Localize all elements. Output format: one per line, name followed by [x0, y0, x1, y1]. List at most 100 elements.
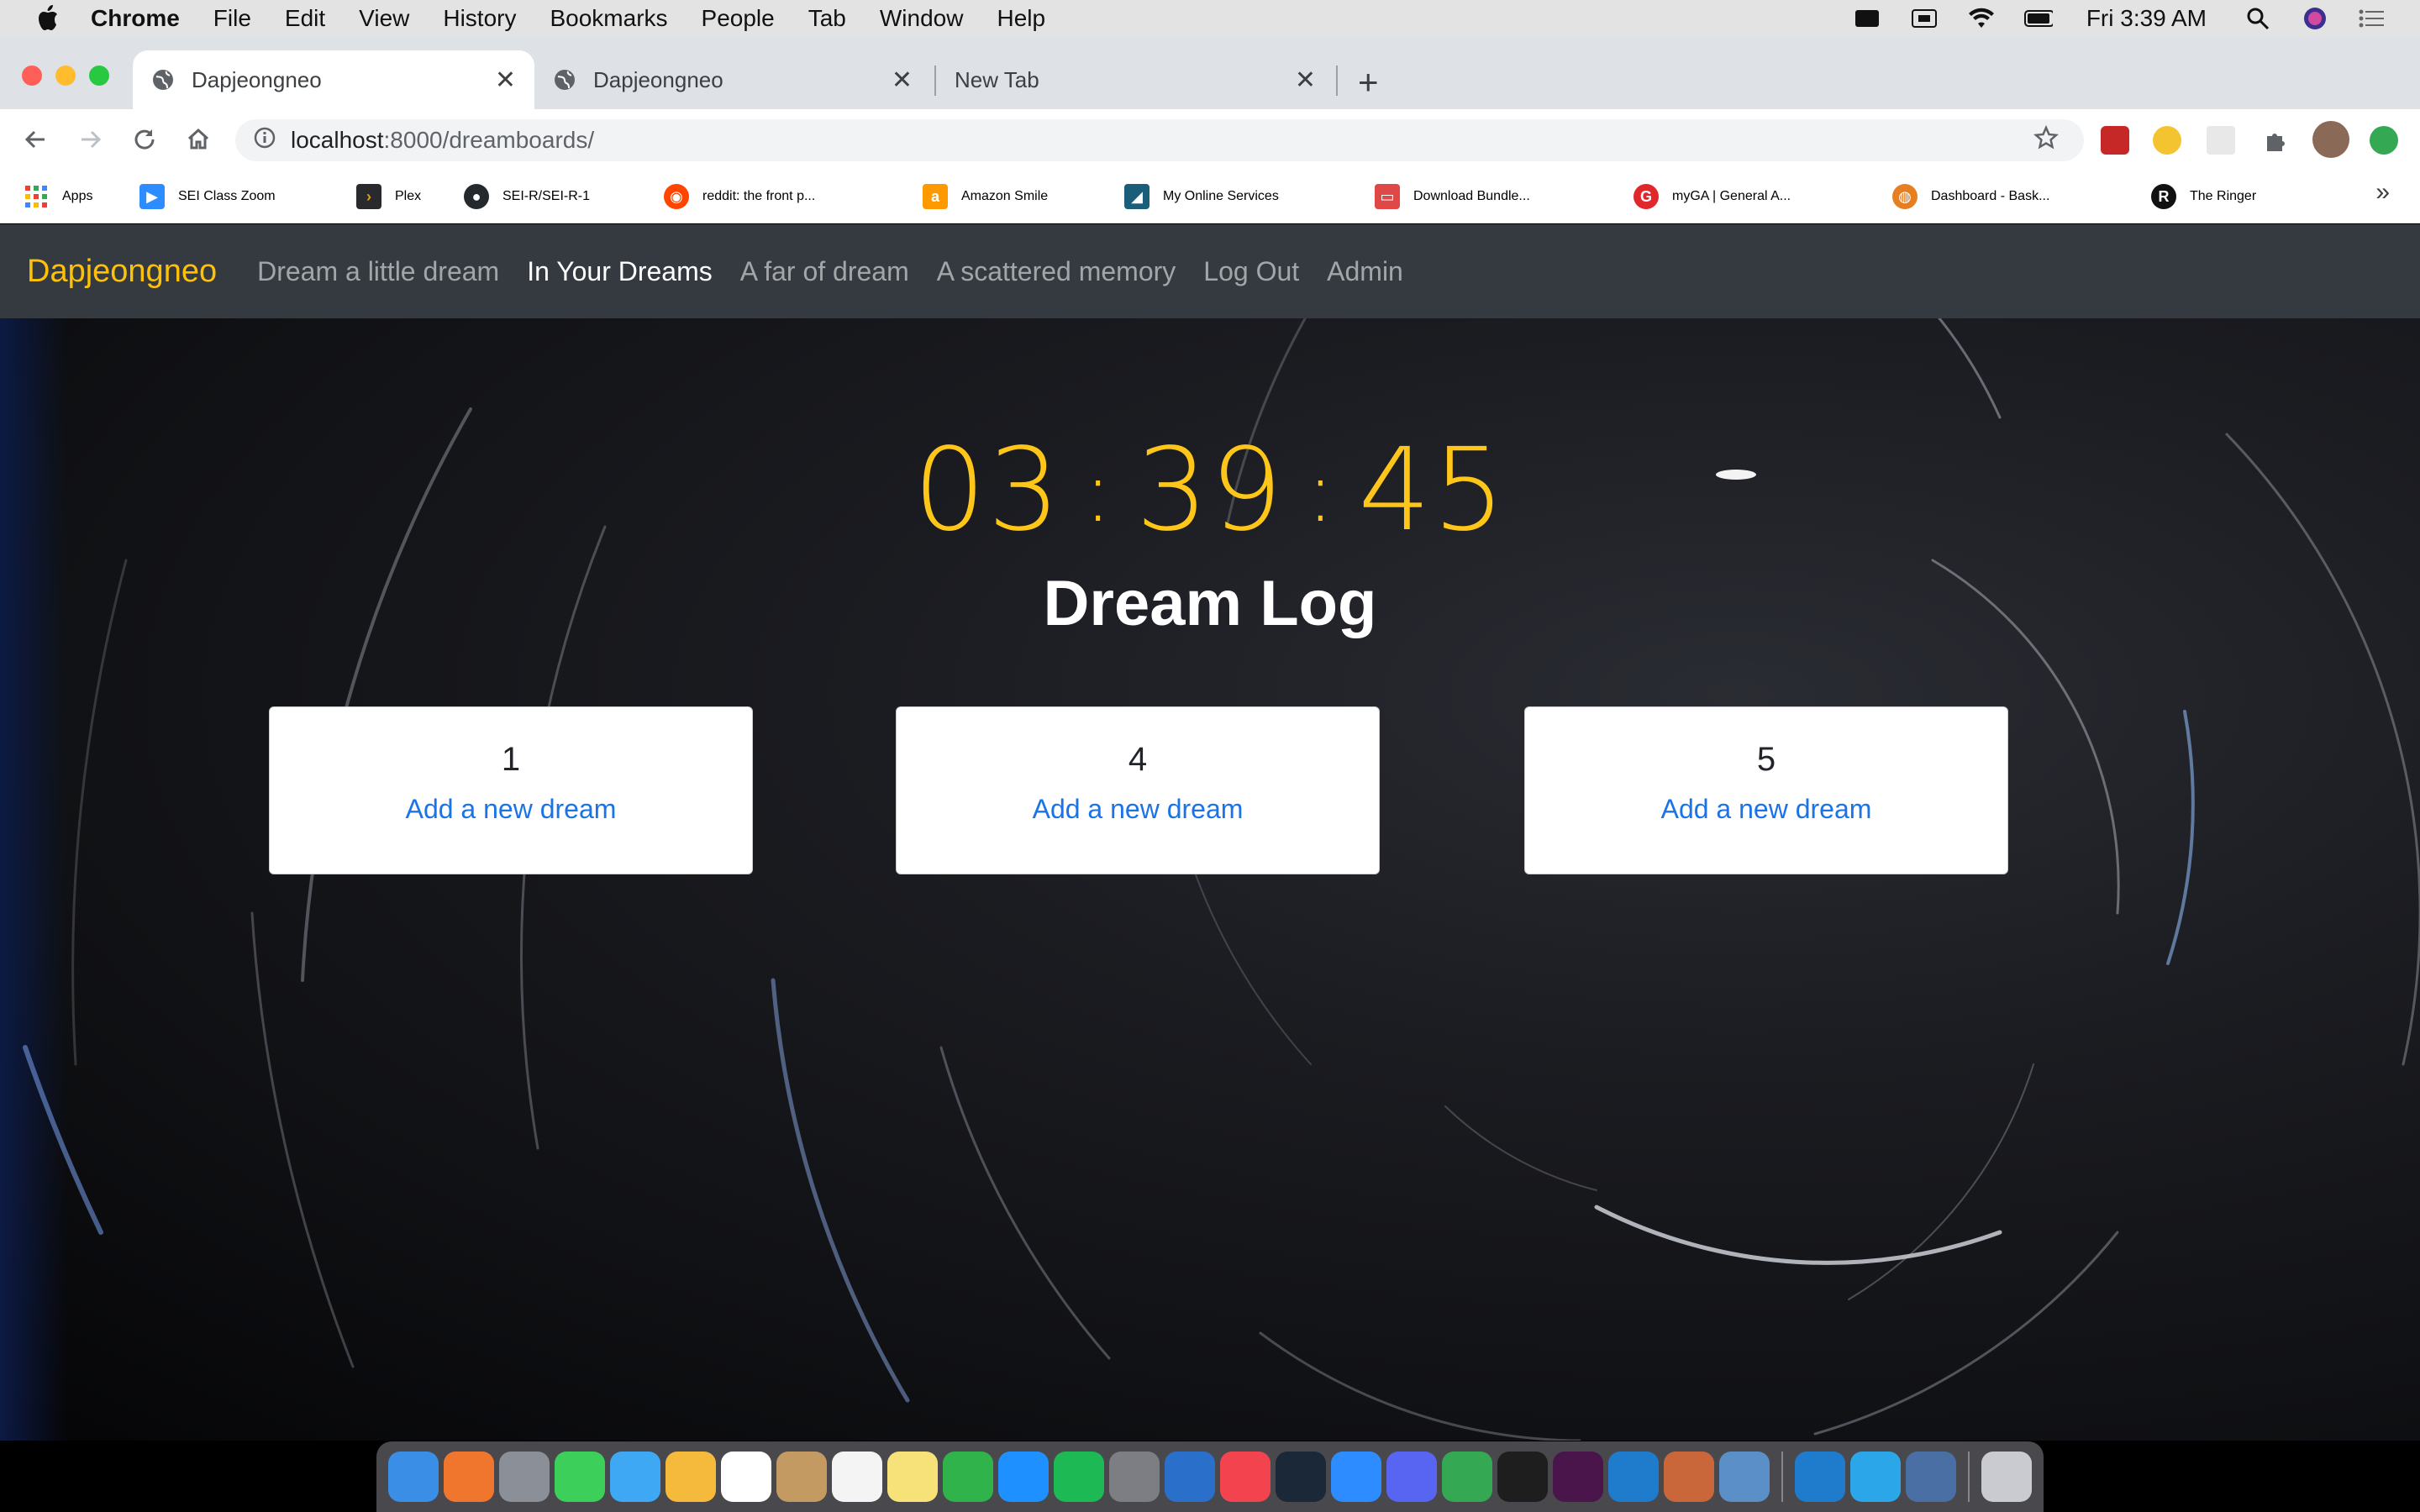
extensions-puzzle-icon[interactable] [2260, 126, 2291, 156]
menu-edit[interactable]: Edit [285, 5, 325, 32]
tab-title: Dapjeongneo [593, 66, 723, 92]
battery-icon[interactable] [2023, 8, 2053, 29]
update-icon[interactable] [2370, 126, 2398, 155]
bookmark-star-icon[interactable] [2033, 124, 2059, 156]
window-minimize-button[interactable] [55, 66, 76, 86]
bookmark-sei-r[interactable]: ● SEI-R/SEI-R-1 [464, 180, 590, 213]
menu-file[interactable]: File [213, 5, 251, 32]
tab-title: Dapjeongneo [192, 66, 322, 92]
bookmark-reddit[interactable]: ◉ reddit: the front p... [664, 180, 815, 213]
add-new-dream-link[interactable]: Add a new dream [1661, 794, 1872, 825]
reddit-icon: ◉ [664, 184, 689, 209]
page-viewport: Dapjeongneo Dream a little dream In Your… [0, 224, 2420, 1441]
steam-icon[interactable] [1276, 1452, 1326, 1502]
notes-icon[interactable] [887, 1452, 938, 1502]
nav-in-your-dreams[interactable]: In Your Dreams [527, 256, 713, 287]
tab-close-icon[interactable]: ✕ [495, 66, 516, 95]
nav-admin[interactable]: Admin [1327, 256, 1403, 287]
back-arrow-icon[interactable] [20, 124, 50, 155]
bookmark-apps[interactable]: Apps [24, 180, 92, 213]
menu-bookmarks[interactable]: Bookmarks [550, 5, 667, 32]
window-close-button[interactable] [22, 66, 42, 86]
bookmark-plex[interactable]: › Plex [356, 180, 421, 213]
tab-new-tab[interactable]: New Tab ✕ [936, 50, 1334, 109]
apple-menu-icon[interactable] [32, 4, 62, 33]
slack-icon[interactable] [1553, 1452, 1603, 1502]
safari-icon[interactable] [444, 1452, 494, 1502]
downloads-icon[interactable] [1906, 1452, 1956, 1502]
spotify-icon[interactable] [1054, 1452, 1104, 1502]
reminders-icon[interactable] [832, 1452, 882, 1502]
screen-recording-icon[interactable] [1853, 8, 1881, 29]
calendar-icon[interactable] [721, 1452, 771, 1502]
new-tab-plus-icon[interactable]: + [1358, 62, 1379, 102]
window-zoom-button[interactable] [89, 66, 109, 86]
numbers-icon[interactable] [943, 1452, 993, 1502]
vscode-icon[interactable] [1608, 1452, 1659, 1502]
menu-history[interactable]: History [443, 5, 516, 32]
menu-window[interactable]: Window [880, 5, 964, 32]
tab-dapjeongneo-active[interactable]: Dapjeongneo ✕ [133, 50, 534, 109]
forward-arrow-icon[interactable] [76, 124, 106, 155]
chrome-icon[interactable] [1442, 1452, 1492, 1502]
home-icon[interactable] [183, 124, 213, 155]
nav-a-far-of-dream[interactable]: A far of dream [740, 256, 909, 287]
tab-title: New Tab [955, 66, 1039, 92]
contacts-icon[interactable] [776, 1452, 827, 1502]
spotlight-search-icon[interactable] [2244, 8, 2272, 30]
menu-tab[interactable]: Tab [808, 5, 846, 32]
extension-grey-icon[interactable] [2207, 126, 2235, 155]
vscode-insiders-icon[interactable] [1795, 1452, 1845, 1502]
menubar-clock[interactable]: Fri 3:39 AM [2086, 5, 2207, 32]
bookmark-the-ringer[interactable]: R The Ringer [2151, 180, 2256, 213]
bookmark-myga[interactable]: G myGA | General A... [1634, 180, 1791, 213]
zoom-app-icon[interactable] [1331, 1452, 1381, 1502]
extension-red-icon[interactable] [2101, 126, 2129, 155]
photos-icon[interactable] [666, 1452, 716, 1502]
launchpad-icon[interactable] [499, 1452, 550, 1502]
bookmark-sei-class-zoom[interactable]: ▶ SEI Class Zoom [139, 180, 276, 213]
nav-log-out[interactable]: Log Out [1203, 256, 1299, 287]
plex-icon: › [356, 184, 381, 209]
preview-icon[interactable] [1719, 1452, 1770, 1502]
bookmark-dashboard[interactable]: ◍ Dashboard - Bask... [1892, 180, 2049, 213]
reload-icon[interactable] [129, 124, 160, 155]
menu-view[interactable]: View [359, 5, 409, 32]
menu-app-name[interactable]: Chrome [91, 5, 180, 32]
tab-close-icon[interactable]: ✕ [892, 66, 913, 95]
notification-center-icon[interactable] [2358, 8, 2386, 29]
add-new-dream-link[interactable]: Add a new dream [406, 794, 617, 825]
facetime-icon[interactable] [555, 1452, 605, 1502]
trash-icon[interactable] [1981, 1452, 2032, 1502]
game-icon[interactable] [1664, 1452, 1714, 1502]
files-icon[interactable] [1165, 1452, 1215, 1502]
system-preferences-icon[interactable] [1109, 1452, 1160, 1502]
keyboard-icon[interactable] [1910, 8, 1939, 29]
siri-icon[interactable] [2301, 8, 2329, 29]
discord-icon[interactable] [1386, 1452, 1437, 1502]
app-store-icon[interactable] [998, 1452, 1049, 1502]
profile-avatar[interactable] [2312, 121, 2349, 158]
bookmark-download-bundle[interactable]: ▭ Download Bundle... [1375, 180, 1530, 213]
bookmark-my-online-services[interactable]: ◢ My Online Services [1124, 180, 1279, 213]
nav-a-scattered-memory[interactable]: A scattered memory [937, 256, 1176, 287]
messages-icon[interactable] [610, 1452, 660, 1502]
add-new-dream-link[interactable]: Add a new dream [1033, 794, 1244, 825]
news-icon[interactable] [1220, 1452, 1270, 1502]
menu-help[interactable]: Help [997, 5, 1045, 32]
tab-close-icon[interactable]: ✕ [1295, 66, 1316, 95]
card-number: 1 [501, 741, 521, 778]
wifi-icon[interactable] [1967, 8, 1996, 29]
tab-dapjeongneo[interactable]: Dapjeongneo ✕ [534, 50, 931, 109]
bookmarks-overflow-chevron-icon[interactable]: » [2375, 178, 2390, 207]
menu-people[interactable]: People [702, 5, 775, 32]
site-info-icon[interactable] [254, 127, 276, 155]
address-bar[interactable]: localhost:8000/dreamboards/ [235, 119, 2084, 161]
terminal-icon[interactable] [1497, 1452, 1548, 1502]
site-brand[interactable]: Dapjeongneo [27, 254, 217, 290]
finder-icon[interactable] [388, 1452, 439, 1502]
bookmark-amazon-smile[interactable]: a Amazon Smile [923, 180, 1048, 213]
nav-dream-a-little-dream[interactable]: Dream a little dream [257, 256, 499, 287]
extension-hand-icon[interactable] [2153, 126, 2181, 155]
vscode-2-icon[interactable] [1850, 1452, 1901, 1502]
